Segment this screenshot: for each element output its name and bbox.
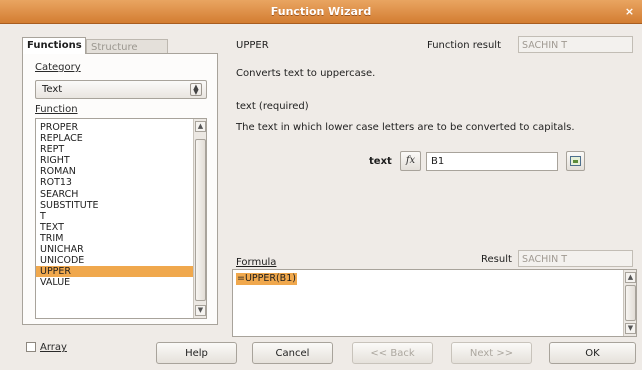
category-label: Category	[35, 62, 81, 73]
function-list-item[interactable]: ROT13	[36, 177, 193, 188]
shrink-button[interactable]	[566, 151, 585, 171]
functions-panel: Category Text ▲ ▼ Function PROPER REPLACE R…	[22, 53, 218, 325]
function-list-item[interactable]: VALUE	[36, 277, 193, 288]
scroll-thumb[interactable]	[625, 285, 636, 321]
array-label: Array	[40, 342, 67, 353]
tab-functions[interactable]: Functions	[22, 37, 86, 54]
close-icon[interactable]: ×	[623, 5, 636, 18]
function-list-item[interactable]: UPPER	[36, 266, 193, 278]
formula-editor[interactable]: =UPPER(B1) ▲ ▼	[232, 269, 637, 337]
scroll-down-icon[interactable]: ▼	[625, 323, 636, 334]
help-button[interactable]: Help	[156, 342, 237, 364]
shrink-icon	[570, 156, 581, 166]
function-list-item[interactable]: TEXT	[36, 222, 193, 233]
category-select[interactable]: Text ▲ ▼	[35, 80, 207, 99]
cancel-button[interactable]: Cancel	[252, 342, 333, 364]
function-list-item[interactable]: TRIM	[36, 233, 193, 244]
argument-description: The text in which lower case letters are…	[236, 122, 575, 133]
function-name: UPPER	[236, 40, 269, 51]
function-list-item[interactable]: RIGHT	[36, 155, 193, 166]
function-list-item[interactable]: UNICHAR	[36, 244, 193, 255]
category-value: Text	[42, 84, 63, 95]
function-result-field: SACHIN T	[518, 36, 633, 53]
back-button[interactable]: << Back	[352, 342, 433, 364]
function-list-item[interactable]: REPT	[36, 144, 193, 155]
function-list-item[interactable]: REPLACE	[36, 133, 193, 144]
window-title: Function Wizard	[270, 5, 372, 18]
argument-label: text	[369, 156, 392, 167]
category-label-text: Category	[35, 62, 81, 73]
ok-button[interactable]: OK	[549, 342, 636, 364]
function-list-item[interactable]: PROPER	[36, 122, 193, 133]
spin-arrows-icon: ▲ ▼	[190, 83, 202, 96]
scroll-up-icon[interactable]: ▲	[625, 272, 636, 283]
argument-heading: text (required)	[236, 101, 309, 112]
function-list[interactable]: PROPER REPLACE REPT RIGHT ROMAN ROT13 SEARCH SU…	[35, 118, 207, 319]
function-list-item[interactable]: SUBSTITUTE	[36, 200, 193, 211]
tab-structure[interactable]: Structure	[86, 39, 168, 54]
function-list-item[interactable]: T	[36, 211, 193, 222]
next-button[interactable]: Next >>	[451, 342, 532, 364]
formula-label-text: Formula	[236, 257, 277, 268]
result-label: Result	[481, 254, 512, 265]
scroll-thumb[interactable]	[195, 139, 206, 301]
formula-label: Formula	[236, 257, 276, 268]
scroll-up-icon[interactable]: ▲	[195, 121, 206, 132]
function-list-scrollbar[interactable]: ▲ ▼	[193, 119, 206, 318]
scroll-down-icon[interactable]: ▼	[195, 305, 206, 316]
function-label-text: Function	[35, 104, 78, 115]
formula-scrollbar[interactable]: ▲ ▼	[623, 270, 636, 336]
formula-text: =UPPER(B1)	[236, 273, 297, 285]
result-field: SACHIN T	[518, 250, 633, 267]
function-list-item[interactable]: SEARCH	[36, 189, 193, 200]
function-list-items: PROPER REPLACE REPT RIGHT ROMAN ROT13 SEARCH SU…	[36, 122, 193, 288]
function-list-item[interactable]: UNICODE	[36, 255, 193, 266]
array-checkbox[interactable]	[26, 342, 36, 352]
title-bar: Function Wizard ×	[0, 0, 642, 24]
fx-icon[interactable]: fx	[400, 151, 421, 171]
function-list-item[interactable]: ROMAN	[36, 166, 193, 177]
array-label-text: Array	[40, 342, 67, 353]
function-result-label: Function result	[427, 40, 502, 51]
function-description: Converts text to uppercase.	[236, 68, 376, 79]
function-label: Function	[35, 104, 78, 115]
argument-input[interactable]: B1	[426, 152, 558, 171]
